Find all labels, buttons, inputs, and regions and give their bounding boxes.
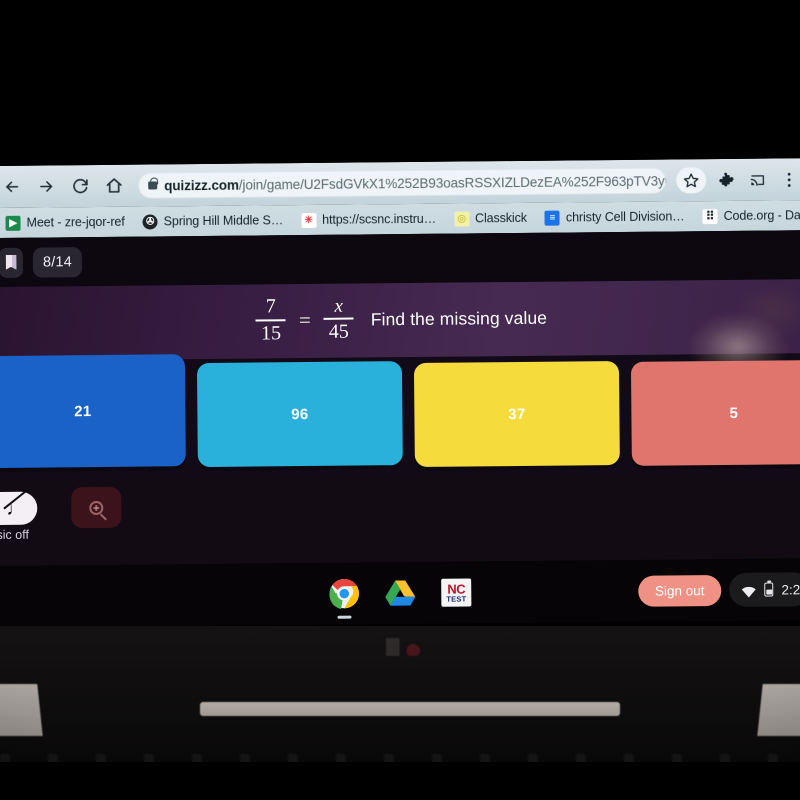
laptop-foot-left — [0, 684, 43, 736]
fraction-right-bar — [323, 318, 354, 321]
equals-sign: = — [298, 307, 311, 332]
clock-label: 2:2 — [781, 581, 800, 597]
wifi-icon — [741, 584, 756, 597]
address-bar[interactable]: quizizz.com/join/game/U2FsdGVkX1%252B93o… — [138, 167, 667, 199]
globe-icon: ✇ — [142, 213, 158, 230]
question-counter-current: 8 — [42, 253, 52, 271]
chromeos-shelf: NC TEST Sign out 2:2 — [0, 558, 800, 628]
bookmark-question-button[interactable] — [0, 247, 24, 278]
answer-label: 96 — [291, 405, 309, 423]
bookmark-item-code-org[interactable]: ⠿ Code.org - Dance P… — [694, 207, 800, 224]
shelf-app-google-drive[interactable] — [383, 576, 417, 610]
answer-options: 21 96 37 5 — [0, 354, 800, 480]
question-prompt: Find the missing value — [370, 307, 548, 329]
laptop-hinge-bar — [200, 702, 620, 716]
shelf-app-nc-test[interactable]: NC TEST — [439, 575, 473, 609]
question-counter-total: 14 — [55, 253, 73, 270]
laptop-photo: quizizz.com/join/game/U2FsdGVkX1%252B93o… — [0, 0, 800, 800]
reload-icon[interactable] — [70, 176, 90, 196]
toolbar-right-icons — [676, 166, 800, 194]
three-dot-menu-icon[interactable] — [780, 170, 798, 188]
bookmark-item-classkick[interactable]: ◎ Classkick — [445, 210, 536, 227]
url-path: /join/game/U2FsdGVkX1%252B93oasRSSXIZLDe… — [238, 172, 667, 193]
shelf-app-chrome[interactable] — [327, 576, 361, 619]
answer-option-1[interactable]: 21 — [0, 354, 186, 469]
forward-arrow-icon[interactable] — [36, 176, 56, 196]
home-icon[interactable] — [104, 176, 124, 196]
answer-label: 5 — [729, 404, 739, 422]
bookmark-label: christy Cell Division… — [565, 209, 685, 225]
address-bar-url: quizizz.com/join/game/U2FsdGVkX1%252B93o… — [164, 172, 666, 193]
battery-icon — [764, 582, 774, 597]
chrome-browser-window: quizizz.com/join/game/U2FsdGVkX1%252B93o… — [0, 158, 800, 568]
bookmark-label: https://scsnc.instru… — [322, 211, 437, 227]
bookmark-flag-icon — [5, 255, 16, 270]
bookmark-label: Spring Hill Middle S… — [163, 213, 284, 229]
fraction-left-bar — [255, 319, 286, 322]
laptop-brand-logo — [386, 638, 420, 656]
photo-top-letterbox — [0, 0, 800, 166]
nc-test-icon: NC TEST — [441, 578, 472, 607]
bookmark-item-scsnc[interactable]: ✳ https://scsnc.instru… — [292, 211, 445, 228]
code-org-icon: ⠿ — [702, 208, 718, 224]
fraction-left-denominator: 15 — [260, 322, 282, 345]
google-docs-icon: ≡ — [544, 210, 561, 226]
bookmark-item-meet[interactable]: ▶ Meet - zre-jqor-ref — [0, 214, 134, 231]
puzzle-piece-icon[interactable] — [716, 171, 734, 189]
bookmark-label: Classkick — [474, 210, 528, 226]
fraction-right-numerator: x — [334, 295, 343, 317]
answer-option-4[interactable]: 5 — [630, 359, 800, 466]
laptop-foot-right — [757, 684, 800, 736]
fraction-right-denominator: 45 — [328, 321, 349, 344]
system-status-tray[interactable]: 2:2 — [729, 572, 800, 607]
question-banner: 7 15 = x 45 Find the missing value — [0, 279, 800, 361]
google-meet-icon: ▶ — [5, 215, 21, 231]
question-content: 7 15 = x 45 Find the missing value — [255, 294, 548, 345]
nc-test-line1: NC — [447, 581, 466, 597]
google-drive-icon — [385, 580, 416, 606]
lock-icon — [148, 181, 158, 190]
bookmark-label: Code.org - Dance P… — [723, 208, 800, 223]
photo-bottom-letterbox — [0, 762, 800, 800]
sign-out-button[interactable]: Sign out — [637, 574, 722, 607]
music-note-muted-icon: ♩ — [3, 489, 28, 519]
star-bookmark-icon[interactable] — [676, 167, 707, 194]
nc-test-line2: TEST — [446, 594, 467, 604]
quiz-footer: ♩ usic off — [0, 472, 800, 568]
bookmark-item-cell-division[interactable]: ≡ christy Cell Division… — [536, 209, 694, 226]
bookmark-item-spring-hill[interactable]: ✇ Spring Hill Middle S… — [134, 213, 293, 230]
magnifier-plus-icon — [89, 500, 104, 515]
classkick-icon: ◎ — [453, 210, 470, 227]
chrome-icon — [329, 578, 359, 610]
fraction-right: x 45 — [323, 295, 354, 344]
canvas-icon: ✳ — [301, 212, 317, 228]
shelf-app-list: NC TEST — [327, 575, 473, 619]
question-counter: 8 / 14 — [32, 246, 83, 278]
answer-label: 37 — [508, 405, 526, 423]
cast-icon[interactable] — [748, 171, 766, 189]
answer-option-2[interactable]: 96 — [196, 361, 403, 468]
zoom-in-button[interactable] — [71, 486, 122, 529]
fraction-left: 7 15 — [255, 295, 286, 345]
answer-label: 21 — [74, 402, 92, 420]
url-domain: quizizz.com — [164, 177, 239, 193]
bookmark-label: Meet - zre-jqor-ref — [26, 214, 125, 230]
navigation-buttons — [2, 176, 124, 197]
laptop-lower-bezel — [0, 626, 800, 800]
app-running-indicator — [337, 615, 352, 619]
music-toggle-button[interactable]: ♩ — [0, 489, 38, 526]
answer-option-3[interactable]: 37 — [413, 361, 620, 467]
quiz-header: 8 / 14 — [0, 230, 800, 287]
quizizz-page: 8 / 14 7 15 = x 45 Find the missing valu… — [0, 230, 800, 568]
music-toggle-label: usic off — [0, 527, 29, 543]
fraction-left-numerator: 7 — [265, 295, 276, 318]
shelf-status-area: Sign out 2:2 — [637, 572, 800, 608]
back-arrow-icon[interactable] — [2, 177, 22, 197]
